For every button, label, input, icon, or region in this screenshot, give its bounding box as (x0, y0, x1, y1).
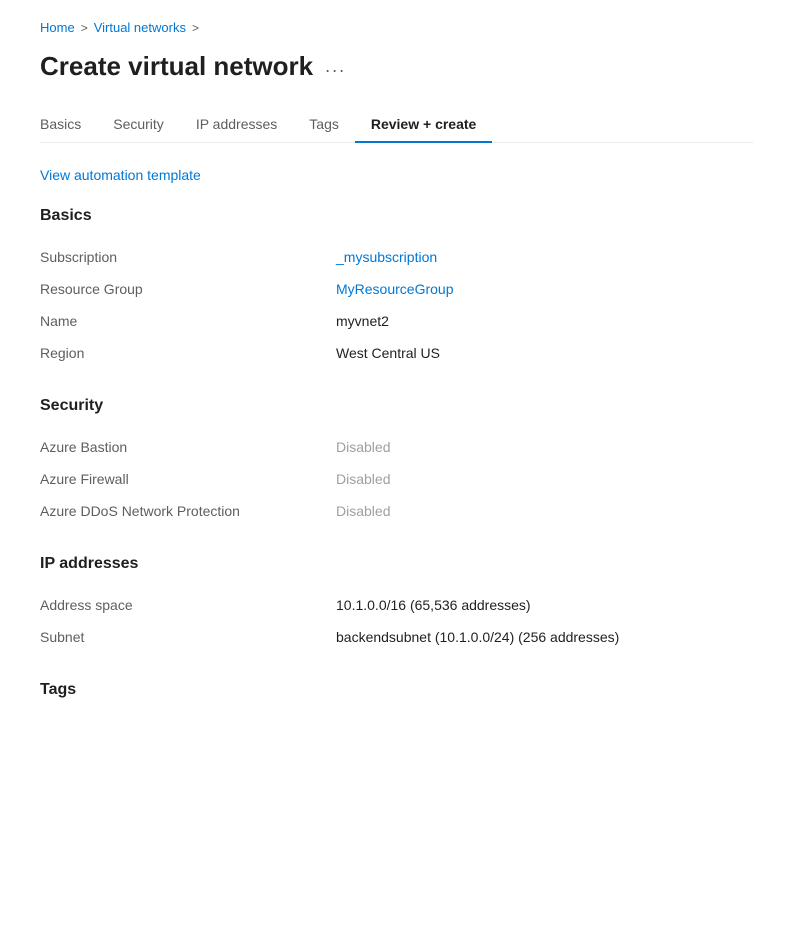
more-options-icon[interactable]: ... (325, 56, 346, 77)
tags-section-title: Tags (40, 681, 753, 699)
security-section: Security Azure Bastion Disabled Azure Fi… (40, 397, 753, 527)
region-row: Region West Central US (40, 337, 753, 369)
azure-bastion-label: Azure Bastion (40, 439, 320, 455)
ip-addresses-section: IP addresses Address space 10.1.0.0/16 (… (40, 555, 753, 653)
azure-ddos-value: Disabled (336, 503, 390, 519)
region-value: West Central US (336, 345, 440, 361)
breadcrumb-virtual-networks[interactable]: Virtual networks (94, 20, 186, 35)
page-title: Create virtual network (40, 51, 313, 82)
address-space-label: Address space (40, 597, 320, 613)
basics-section: Basics Subscription _mysubscription Reso… (40, 207, 753, 369)
region-label: Region (40, 345, 320, 361)
basics-section-title: Basics (40, 207, 753, 225)
resource-group-label: Resource Group (40, 281, 320, 297)
azure-firewall-row: Azure Firewall Disabled (40, 463, 753, 495)
subnet-value: backendsubnet (10.1.0.0/24) (256 address… (336, 629, 619, 645)
subscription-value: _mysubscription (336, 249, 437, 265)
breadcrumb-separator-2: > (192, 21, 199, 35)
azure-firewall-label: Azure Firewall (40, 471, 320, 487)
security-section-title: Security (40, 397, 753, 415)
azure-ddos-row: Azure DDoS Network Protection Disabled (40, 495, 753, 527)
subnet-label: Subnet (40, 629, 320, 645)
resource-group-row: Resource Group MyResourceGroup (40, 273, 753, 305)
subnet-row: Subnet backendsubnet (10.1.0.0/24) (256 … (40, 621, 753, 653)
breadcrumb-separator-1: > (81, 21, 88, 35)
breadcrumb: Home > Virtual networks > (40, 20, 753, 35)
subscription-row: Subscription _mysubscription (40, 241, 753, 273)
tab-basics[interactable]: Basics (40, 106, 97, 142)
azure-firewall-value: Disabled (336, 471, 390, 487)
address-space-row: Address space 10.1.0.0/16 (65,536 addres… (40, 589, 753, 621)
tabs-row: Basics Security IP addresses Tags Review… (40, 106, 753, 143)
azure-ddos-label: Azure DDoS Network Protection (40, 503, 320, 519)
resource-group-value: MyResourceGroup (336, 281, 454, 297)
view-automation-template-link[interactable]: View automation template (40, 167, 201, 183)
tab-tags[interactable]: Tags (293, 106, 355, 142)
azure-bastion-value: Disabled (336, 439, 390, 455)
name-label: Name (40, 313, 320, 329)
page-title-row: Create virtual network ... (40, 51, 753, 82)
address-space-value: 10.1.0.0/16 (65,536 addresses) (336, 597, 531, 613)
name-value: myvnet2 (336, 313, 389, 329)
tags-section: Tags (40, 681, 753, 699)
page-container: Home > Virtual networks > Create virtual… (0, 0, 793, 767)
ip-addresses-section-title: IP addresses (40, 555, 753, 573)
azure-bastion-row: Azure Bastion Disabled (40, 431, 753, 463)
name-row: Name myvnet2 (40, 305, 753, 337)
tab-ip-addresses[interactable]: IP addresses (180, 106, 293, 142)
subscription-label: Subscription (40, 249, 320, 265)
tab-security[interactable]: Security (97, 106, 180, 142)
tab-review-create[interactable]: Review + create (355, 106, 492, 142)
breadcrumb-home[interactable]: Home (40, 20, 75, 35)
